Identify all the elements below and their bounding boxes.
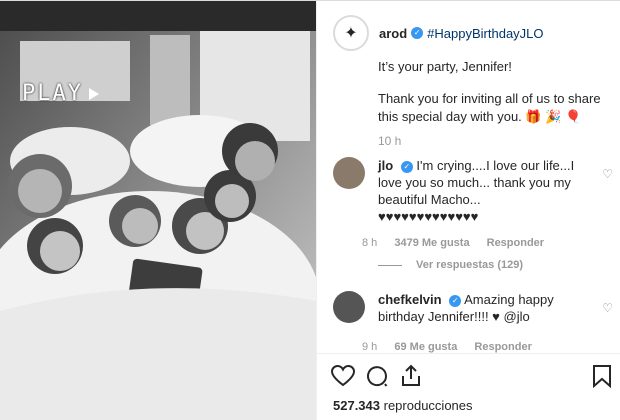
verified-badge-icon: ✓	[400, 160, 413, 173]
view-count-number: 527.343	[333, 398, 380, 413]
caption-line-2: Thank you for inviting all of us to shar…	[378, 91, 601, 124]
view-replies-label: Ver respuestas (129)	[416, 259, 524, 271]
comment-username[interactable]: jlo	[378, 158, 393, 173]
comment-body: jlo ✓ I'm crying....I love our life...I …	[378, 157, 578, 225]
comment-likes[interactable]: 69 Me gusta	[394, 341, 457, 353]
heart-icon[interactable]	[331, 364, 365, 388]
header-hashtag-link[interactable]: #HappyBirthdayJLO	[427, 26, 543, 41]
post-author-username[interactable]: arod	[379, 26, 407, 41]
comment-meta: 9 h 69 Me gusta Responder	[362, 341, 546, 353]
share-icon[interactable]	[399, 364, 433, 388]
view-count[interactable]: 527.343 reproducciones	[333, 398, 473, 413]
avatar[interactable]	[333, 291, 365, 323]
comment-username[interactable]: chefkelvin	[378, 292, 442, 307]
reply-button[interactable]: Responder	[474, 341, 531, 353]
view-count-label: reproducciones	[383, 398, 473, 413]
post-actions-bar: 527.343 reproducciones	[317, 353, 620, 420]
post-video[interactable]: PLAY	[0, 1, 316, 420]
replies-divider	[378, 264, 402, 266]
caption-timestamp[interactable]: 10 h	[378, 134, 401, 148]
play-overlay[interactable]: PLAY	[22, 81, 99, 106]
caption-line-1: It’s your party, Jennifer!	[378, 59, 512, 74]
verified-badge-icon: ✓	[449, 294, 462, 307]
avatar[interactable]	[333, 157, 365, 189]
post-header: ✦ arod ✓ #HappyBirthdayJLO	[317, 1, 620, 65]
comment-meta: 8 h 3479 Me gusta Responder	[362, 237, 558, 249]
avatar[interactable]: ✦	[333, 15, 369, 51]
instagram-post: PLAY ✦ arod ✓ #HappyBirthdayJLO It’s you…	[0, 0, 620, 420]
video-frame-image	[0, 1, 316, 420]
comment-icon[interactable]	[365, 364, 399, 388]
play-label: PLAY	[22, 81, 83, 106]
heart-icon[interactable]: ♡	[602, 301, 613, 315]
view-replies-button[interactable]: Ver respuestas (129)	[378, 259, 523, 271]
comment-time[interactable]: 8 h	[362, 237, 377, 249]
comment-likes[interactable]: 3479 Me gusta	[394, 237, 469, 249]
action-icons	[331, 364, 433, 388]
brand-logo-icon: ✦	[344, 25, 358, 42]
post-side-panel: ✦ arod ✓ #HappyBirthdayJLO It’s your par…	[316, 1, 620, 420]
comment-body: chefkelvin ✓ Amazing happy birthday Jenn…	[378, 291, 578, 325]
verified-badge-icon: ✓	[411, 27, 424, 39]
play-triangle-icon	[88, 87, 99, 100]
bookmark-icon[interactable]	[591, 364, 613, 393]
post-caption: It’s your party, Jennifer! Thank you for…	[378, 58, 610, 140]
reply-button[interactable]: Responder	[487, 237, 544, 249]
comment-time[interactable]: 9 h	[362, 341, 377, 353]
heart-icon[interactable]: ♡	[602, 167, 613, 181]
